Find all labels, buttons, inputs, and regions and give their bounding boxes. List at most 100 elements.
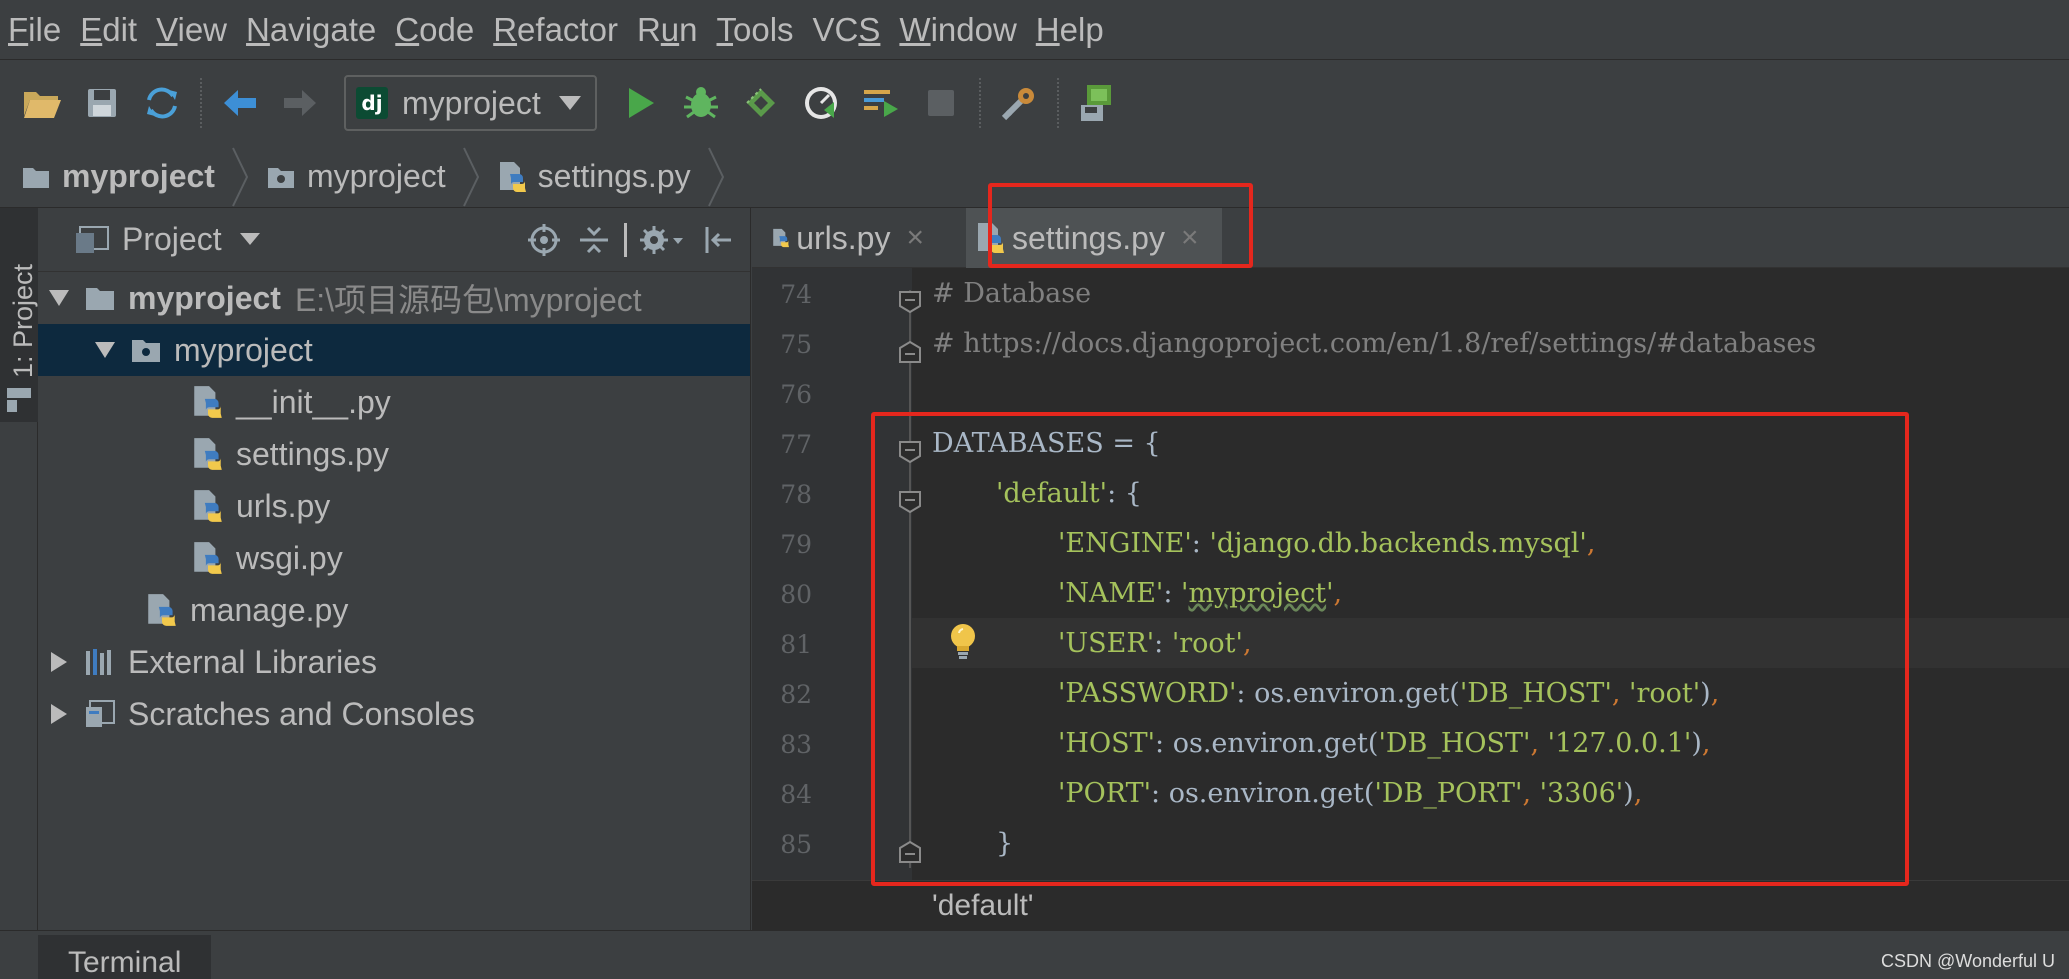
tree-root-myproject[interactable]: myproject E:\项目源码包\myproject bbox=[38, 272, 750, 324]
tab-label: urls.py bbox=[796, 219, 891, 256]
line-number-gutter: 74 75 76 77 78 79 80 81 82 83 84 85 bbox=[752, 268, 912, 880]
terminal-tab[interactable]: Terminal bbox=[38, 935, 212, 979]
profile-icon[interactable] bbox=[791, 73, 851, 133]
concurrency-icon[interactable] bbox=[851, 73, 911, 133]
back-arrow-icon[interactable] bbox=[210, 73, 270, 133]
debug-icon[interactable] bbox=[671, 73, 731, 133]
python-file-icon bbox=[190, 384, 226, 420]
scratches-icon bbox=[82, 696, 118, 732]
panel-separator bbox=[622, 218, 628, 262]
gear-icon[interactable] bbox=[634, 218, 690, 262]
left-tool-strip: 1: Project bbox=[0, 208, 38, 979]
code-line-79: 'ENGINE': 'django.db.backends.mysql', bbox=[1058, 527, 1596, 559]
project-view-icon bbox=[76, 225, 109, 253]
menu-file[interactable]: File bbox=[0, 11, 72, 49]
tree-file-label: urls.py bbox=[236, 487, 331, 524]
close-icon[interactable]: × bbox=[906, 221, 924, 255]
line-number: 77 bbox=[780, 430, 812, 459]
breadcrumb-item-file[interactable]: settings.py bbox=[498, 158, 707, 195]
project-tool-tab-label: 1: Project bbox=[8, 263, 38, 378]
menu-tools[interactable]: Tools bbox=[709, 11, 805, 49]
project-tool-tab[interactable]: 1: Project bbox=[0, 208, 38, 422]
run-configuration-dropdown[interactable]: dj myproject bbox=[344, 75, 597, 131]
tree-package-myproject[interactable]: myproject bbox=[38, 324, 750, 376]
coverage-icon[interactable] bbox=[731, 73, 791, 133]
code-line-83: 'HOST': os.environ.get('DB_HOST', '127.0… bbox=[1058, 727, 1711, 759]
collapsed-arrow-icon[interactable] bbox=[44, 652, 74, 672]
tree-file-init[interactable]: __init__.py bbox=[38, 376, 750, 428]
tree-file-label: __init__.py bbox=[236, 383, 391, 420]
package-icon bbox=[128, 332, 164, 368]
collapsed-arrow-icon[interactable] bbox=[44, 704, 74, 724]
tree-file-label: wsgi.py bbox=[236, 539, 343, 576]
settings-wrench-icon[interactable] bbox=[989, 73, 1049, 133]
stop-icon[interactable] bbox=[911, 73, 971, 133]
menu-navigate[interactable]: Navigate bbox=[238, 11, 387, 49]
tree-external-libraries[interactable]: External Libraries bbox=[38, 636, 750, 688]
tree-scratches-label: Scratches and Consoles bbox=[128, 695, 475, 732]
hide-panel-icon[interactable] bbox=[696, 218, 740, 262]
project-tree: myproject E:\项目源码包\myproject myproject _… bbox=[38, 272, 750, 740]
python-file-icon bbox=[499, 161, 526, 192]
menu-window[interactable]: Window bbox=[891, 11, 1027, 49]
tree-external-label: External Libraries bbox=[128, 643, 377, 680]
menu-refactor[interactable]: Refactor bbox=[485, 11, 629, 49]
package-icon bbox=[267, 167, 294, 188]
tab-settings[interactable]: settings.py × bbox=[966, 208, 1222, 268]
code-line-84: 'PORT': os.environ.get('DB_PORT', '3306'… bbox=[1058, 777, 1643, 809]
tree-file-manage[interactable]: manage.py bbox=[38, 584, 750, 636]
lightbulb-icon[interactable] bbox=[945, 621, 981, 661]
editor: urls.py × settings.py × 74 75 76 77 78 7… bbox=[752, 208, 2069, 930]
toolbar-separator bbox=[200, 78, 202, 128]
terminal-tab-label: Terminal bbox=[68, 946, 182, 979]
menu-view[interactable]: View bbox=[148, 11, 238, 49]
forward-arrow-icon[interactable] bbox=[270, 73, 330, 133]
tree-file-settings[interactable]: settings.py bbox=[38, 428, 750, 480]
toolbar-separator bbox=[978, 78, 981, 128]
breadcrumb-item-project[interactable]: myproject bbox=[22, 158, 231, 195]
editor-tab-bar: urls.py × settings.py × bbox=[752, 208, 2069, 268]
run-icon[interactable] bbox=[611, 73, 671, 133]
locate-target-icon[interactable] bbox=[522, 218, 566, 262]
tab-label: settings.py bbox=[1012, 219, 1165, 256]
code-line-77: DATABASES = { bbox=[932, 427, 1161, 459]
breadcrumb-separator bbox=[462, 147, 479, 206]
sync-icon[interactable] bbox=[132, 73, 192, 133]
breadcrumb-item-package[interactable]: myproject bbox=[267, 158, 462, 195]
line-number: 83 bbox=[780, 730, 812, 759]
toolbar-separator bbox=[1056, 78, 1059, 128]
code-line-82: 'PASSWORD': os.environ.get('DB_HOST', 'r… bbox=[1058, 677, 1720, 709]
python-file-icon bbox=[190, 540, 226, 576]
save-all-icon[interactable] bbox=[72, 73, 132, 133]
menu-code[interactable]: Code bbox=[387, 11, 485, 49]
line-number: 79 bbox=[780, 530, 812, 559]
menu-help[interactable]: Help bbox=[1028, 11, 1115, 49]
code-area[interactable]: # Database # https://docs.djangoproject.… bbox=[912, 268, 2069, 880]
tree-file-label: settings.py bbox=[236, 435, 389, 472]
expanded-arrow-icon[interactable] bbox=[44, 290, 74, 306]
menu-run[interactable]: Run bbox=[629, 11, 709, 49]
editor-context-bar: 'default' bbox=[752, 880, 2069, 930]
collapse-all-icon[interactable] bbox=[572, 218, 616, 262]
code-line-75: # https://docs.djangoproject.com/en/1.8/… bbox=[932, 327, 1817, 359]
tree-file-wsgi[interactable]: wsgi.py bbox=[38, 532, 750, 584]
expanded-arrow-icon[interactable] bbox=[90, 342, 120, 358]
close-icon[interactable]: × bbox=[1181, 221, 1199, 255]
folder-icon bbox=[23, 167, 49, 188]
tree-file-label: manage.py bbox=[190, 591, 349, 628]
line-number: 81 bbox=[780, 630, 812, 659]
view-mode-dropdown-icon[interactable] bbox=[239, 232, 260, 247]
tree-package-label: myproject bbox=[174, 331, 313, 368]
menu-edit[interactable]: Edit bbox=[72, 11, 148, 49]
sdk-icon[interactable] bbox=[1067, 73, 1127, 133]
python-file-icon bbox=[773, 228, 790, 248]
tree-file-urls[interactable]: urls.py bbox=[38, 480, 750, 532]
open-folder-icon[interactable] bbox=[12, 73, 72, 133]
tree-scratches[interactable]: Scratches and Consoles bbox=[38, 688, 750, 740]
tab-urls[interactable]: urls.py × bbox=[762, 208, 924, 268]
context-breadcrumb[interactable]: 'default' bbox=[932, 889, 1034, 923]
fold-guide bbox=[909, 290, 911, 868]
project-tool-icon bbox=[7, 388, 31, 412]
menu-vcs[interactable]: VCS bbox=[805, 11, 892, 49]
